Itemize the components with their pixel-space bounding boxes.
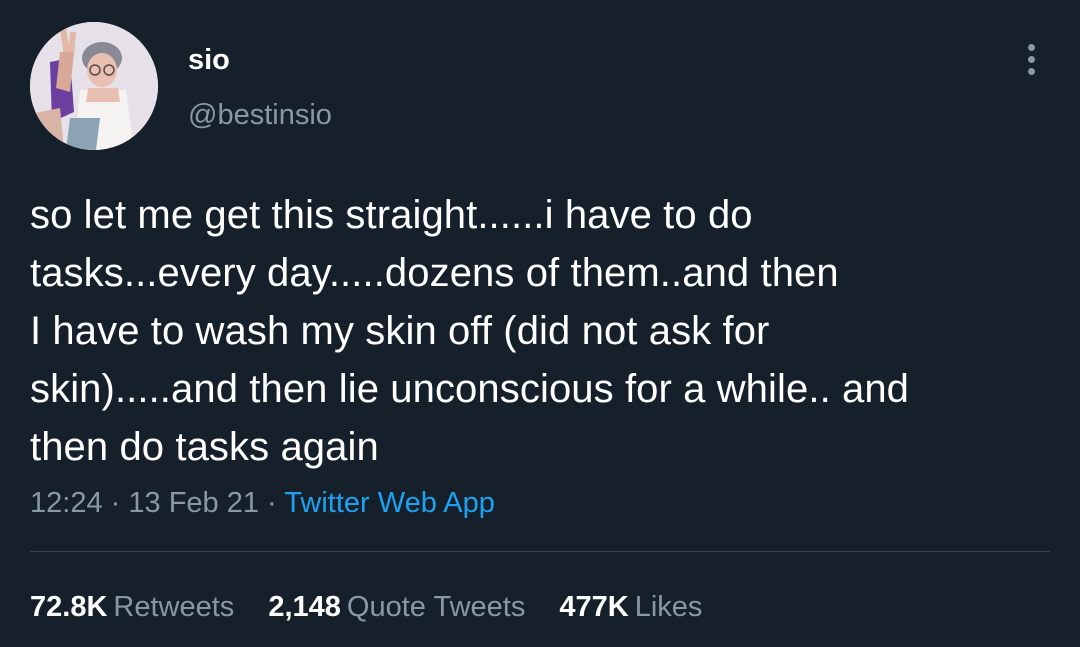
user-handle[interactable]: @bestinsio <box>188 98 332 132</box>
display-name[interactable]: sio <box>188 44 230 76</box>
tweet-time[interactable]: 12:24 <box>30 487 103 519</box>
avatar[interactable] <box>30 22 158 150</box>
likes-count: 477K <box>559 591 629 623</box>
quote-tweets-count: 2,148 <box>268 591 341 623</box>
tweet-stats: 72.8K Retweets 2,148 Quote Tweets 477K Like… <box>30 590 728 624</box>
meta-separator: · <box>267 487 277 519</box>
tweet-text: so let me get this straight......i have … <box>30 193 910 469</box>
more-options-button[interactable] <box>1014 38 1050 82</box>
meta-separator: · <box>110 487 121 519</box>
quote-tweets-label: Quote Tweets <box>346 591 526 623</box>
retweets-label: Retweets <box>113 591 235 623</box>
quote-tweets-stat[interactable]: 2,148 Quote Tweets <box>268 590 525 624</box>
likes-stat[interactable]: 477K Likes <box>559 590 702 624</box>
retweets-stat[interactable]: 72.8K Retweets <box>30 590 234 624</box>
tweet-metadata: 12:24 · 13 Feb 21 · Twitter Web App <box>30 486 495 520</box>
avatar-photo <box>30 22 158 150</box>
tweet-source-link[interactable]: Twitter Web App <box>284 487 495 519</box>
likes-label: Likes <box>634 591 703 623</box>
tweet-date[interactable]: 13 Feb 21 <box>128 487 259 519</box>
retweets-count: 72.8K <box>30 591 108 623</box>
divider <box>30 551 1050 552</box>
